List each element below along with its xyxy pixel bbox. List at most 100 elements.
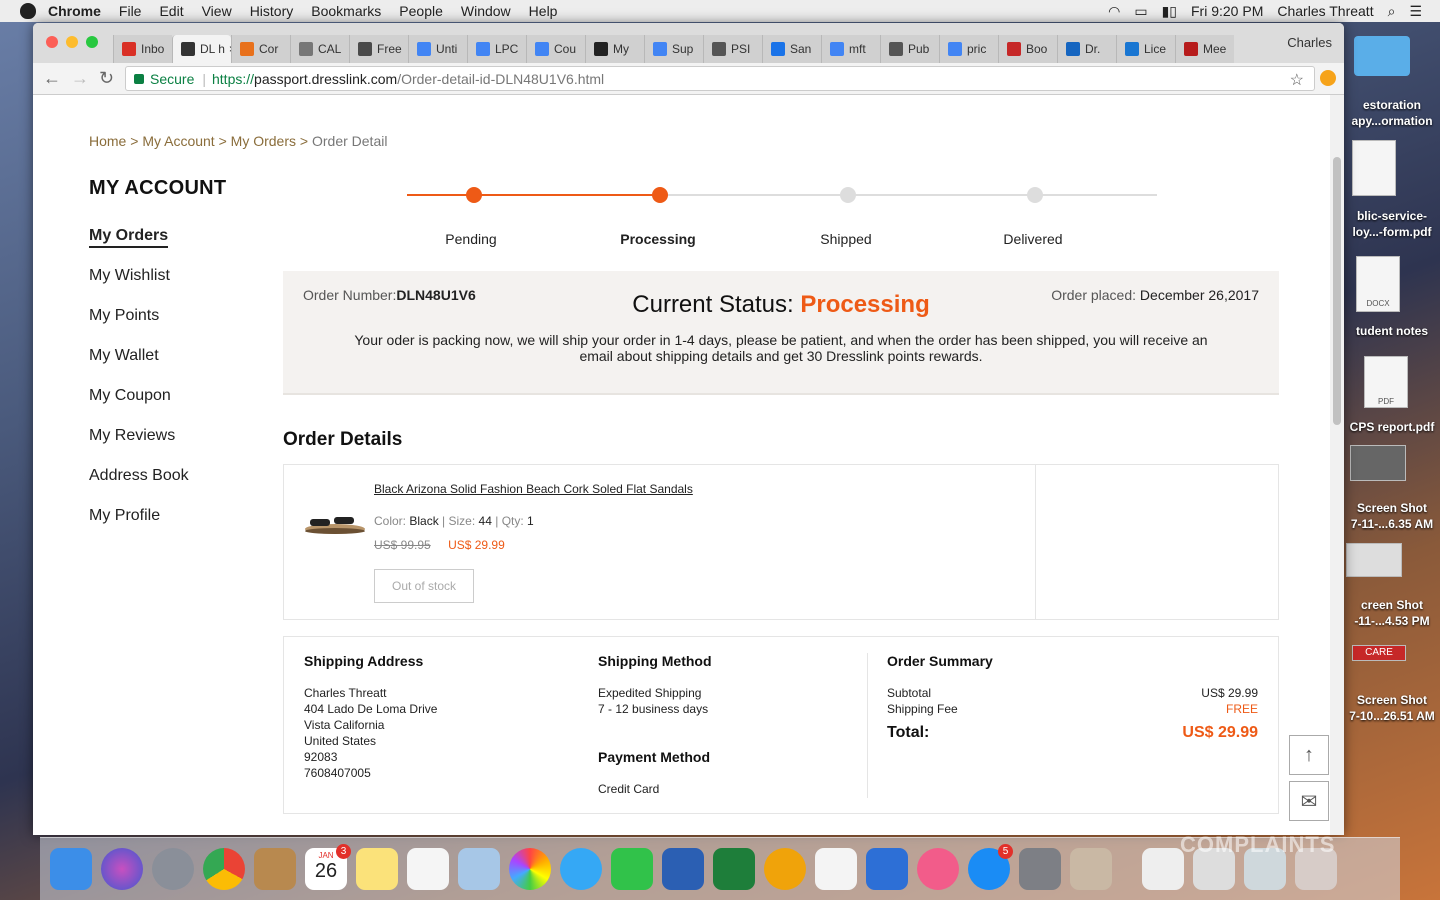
browser-tab[interactable]: PSI [703,35,762,63]
screenshot-thumbnail[interactable] [1350,445,1406,481]
browser-tab[interactable]: Dr. [1057,35,1116,63]
screenshot-thumbnail[interactable] [1346,543,1402,577]
sidebar-item-my-wishlist[interactable]: My Wishlist [89,267,189,307]
launchpad-icon[interactable] [152,848,194,890]
messages-icon[interactable] [560,848,602,890]
browser-tab[interactable]: DL h× [172,35,231,63]
browser-tab[interactable]: mft [821,35,880,63]
airplay-icon[interactable]: ▭ [1134,3,1147,20]
sidebar-item-my-reviews[interactable]: My Reviews [89,427,189,467]
excel-icon[interactable] [713,848,755,890]
desktop-file-label[interactable]: blic-service- [1344,209,1440,223]
desktop-folder-icon[interactable] [1344,36,1440,80]
breadcrumb-my-account[interactable]: My Account [142,133,214,149]
desktop-file-label[interactable]: estoration [1344,98,1440,112]
omnibox[interactable]: Secure | https:// passport.dresslink.com… [125,66,1315,91]
menubar-clock[interactable]: Fri 9:20 PM [1191,3,1263,19]
product-sandal-image[interactable] [304,507,366,535]
desktop-file-label[interactable]: loy...-form.pdf [1344,225,1440,239]
sidebar-item-address-book[interactable]: Address Book [89,467,189,507]
care-logo-thumbnail[interactable]: CARE [1352,645,1406,661]
forward-arrow-icon[interactable]: → [71,68,89,89]
desktop-file-label[interactable]: Screen Shot [1344,693,1440,707]
browser-tab[interactable]: Cor [231,35,290,63]
notes-icon[interactable] [356,848,398,890]
browser-tab[interactable]: Inbo [113,35,172,63]
browser-tab[interactable]: My [585,35,644,63]
maximize-window-button[interactable] [86,36,98,48]
out-of-stock-button[interactable]: Out of stock [374,569,474,603]
menu-people[interactable]: People [399,3,443,19]
sidebar-item-my-profile[interactable]: My Profile [89,507,189,547]
browser-tab[interactable]: Boo [998,35,1057,63]
notification-center-icon[interactable]: ☰ [1409,3,1422,20]
desktop-file-label[interactable]: tudent notes [1344,324,1440,338]
sidebar-item-my-points[interactable]: My Points [89,307,189,347]
back-to-top-button[interactable]: ↑ [1289,735,1329,775]
contacts-icon[interactable] [254,848,296,890]
menu-view[interactable]: View [202,3,232,19]
desktop-file-label[interactable]: apy...ormation [1344,114,1440,128]
pdf-file-icon[interactable]: PDF [1364,356,1408,408]
menu-app[interactable]: Chrome [48,3,101,19]
browser-tab[interactable]: Pub [880,35,939,63]
close-window-button[interactable] [46,36,58,48]
downloads-icon[interactable] [1070,848,1112,890]
bookmark-star-icon[interactable]: ☆ [1290,70,1304,90]
preview-icon[interactable] [458,848,500,890]
menu-window[interactable]: Window [461,3,511,19]
menu-file[interactable]: File [119,3,142,19]
scrollbar-thumb[interactable] [1333,157,1341,425]
battery-icon[interactable]: ▮▯ [1162,3,1177,20]
reload-icon[interactable]: ↻ [99,68,114,89]
desktop-file-label[interactable]: 7-10...26.51 AM [1344,709,1440,723]
facetime-icon[interactable] [611,848,653,890]
browser-tab[interactable]: LPC [467,35,526,63]
browser-tab[interactable]: Cou [526,35,585,63]
menu-history[interactable]: History [250,3,294,19]
desktop-file-label[interactable]: Screen Shot [1344,501,1440,515]
breadcrumb-my-orders[interactable]: My Orders [231,133,296,149]
desktop-file-label[interactable]: creen Shot [1344,598,1440,612]
menu-bookmarks[interactable]: Bookmarks [311,3,381,19]
browser-tab[interactable]: pric [939,35,998,63]
itunes-icon[interactable] [917,848,959,890]
menu-help[interactable]: Help [529,3,558,19]
menu-edit[interactable]: Edit [159,3,183,19]
pdf-file-icon[interactable] [1352,140,1396,196]
browser-tab[interactable]: CAL [290,35,349,63]
minimize-window-button[interactable] [66,36,78,48]
textedit-icon[interactable] [815,848,857,890]
browser-tab[interactable]: San [762,35,821,63]
product-name-link[interactable]: Black Arizona Solid Fashion Beach Cork S… [374,482,693,496]
reminders-icon[interactable] [407,848,449,890]
browser-tab[interactable]: Sup [644,35,703,63]
browser-tab[interactable]: Unti [408,35,467,63]
apple-icon[interactable] [20,3,36,19]
extension-icon[interactable] [1320,70,1336,86]
chat-button[interactable]: ✉ [1289,781,1329,821]
sidebar-item-my-orders[interactable]: My Orders [89,227,189,267]
browser-tab[interactable]: Free [349,35,408,63]
desktop-file-label[interactable]: 7-11-...6.35 AM [1344,517,1440,531]
browser-tab[interactable]: Lice [1116,35,1175,63]
desktop-file-label[interactable]: CPS report.pdf [1344,420,1440,434]
page-scrollbar[interactable] [1330,95,1344,835]
menubar-user[interactable]: Charles Threatt [1277,3,1373,19]
wifi-icon[interactable]: ◠ [1108,3,1120,20]
system-preferences-icon[interactable] [1019,848,1061,890]
siri-icon[interactable] [101,848,143,890]
profile-button[interactable]: Charles [1287,35,1332,50]
desktop-file-label[interactable]: -11-...4.53 PM [1344,614,1440,628]
docx-file-icon[interactable]: DOCX [1356,256,1400,312]
keynote-icon[interactable] [866,848,908,890]
documents-stack-icon[interactable] [1142,848,1184,890]
breadcrumb-home[interactable]: Home [89,133,126,149]
sidebar-item-my-coupon[interactable]: My Coupon [89,387,189,427]
outlook-icon[interactable] [764,848,806,890]
photos-icon[interactable] [509,848,551,890]
back-arrow-icon[interactable]: ← [43,68,61,89]
word-icon[interactable] [662,848,704,890]
sidebar-item-my-wallet[interactable]: My Wallet [89,347,189,387]
finder-icon[interactable] [50,848,92,890]
